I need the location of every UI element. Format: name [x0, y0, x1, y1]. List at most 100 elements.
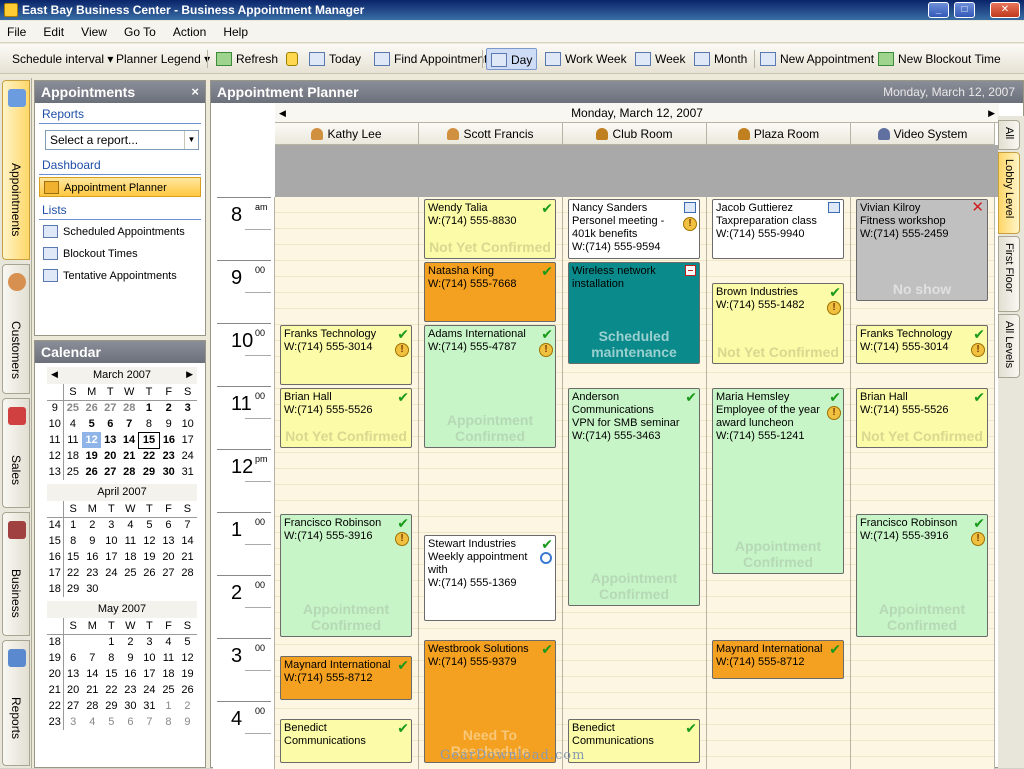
planner-legend-dropdown[interactable]: Planner Legend ▾	[112, 48, 214, 70]
calendar-day[interactable]: 14	[120, 432, 139, 448]
calendar-day[interactable]: 19	[140, 549, 159, 565]
calendar-day[interactable]: 29	[102, 698, 121, 714]
calendar-day[interactable]: 11	[159, 650, 178, 666]
calendar-day[interactable]: 28	[83, 698, 102, 714]
calendar-day[interactable]: 28	[120, 400, 139, 416]
appointment-block[interactable]: Westbrook Solutions W:(714) 555-9379 Need …	[424, 640, 556, 763]
calendar-day[interactable]: 25	[63, 400, 82, 416]
calendar-day[interactable]: 21	[83, 682, 102, 698]
appointment-block[interactable]: Stewart Industries Weekly appointment with…	[424, 534, 556, 622]
calendar-day[interactable]: 25	[121, 565, 140, 581]
calendar-day[interactable]: 8	[139, 416, 159, 432]
calendar-day[interactable]: 11	[121, 533, 140, 549]
calendar-day[interactable]: 22	[102, 682, 121, 698]
calendar-day[interactable]: 19	[178, 666, 197, 682]
appointment-block[interactable]: Maria Hemsley Employee of the year award l…	[712, 388, 844, 574]
refresh-button[interactable]: Refresh	[212, 48, 282, 70]
resource-header[interactable]: Plaza Room	[707, 123, 851, 145]
calendar-day[interactable]: 7	[120, 416, 139, 432]
calendar-day[interactable]: 7	[83, 650, 102, 666]
week-view-button[interactable]: Week	[631, 48, 689, 70]
calendar-day[interactable]: 11	[63, 432, 82, 448]
calendar-day[interactable]: 24	[102, 565, 121, 581]
menu-view[interactable]: View	[74, 21, 114, 43]
appointment-block[interactable]: Nancy Sanders Personel meeting -401k bene…	[568, 199, 700, 259]
calendar-day[interactable]: 2	[121, 634, 140, 650]
calendar-day[interactable]: 31	[178, 464, 197, 480]
calendar-day[interactable]: 2	[159, 400, 178, 416]
calendar-day[interactable]: 29	[139, 464, 159, 480]
calendar-day[interactable]: 3	[63, 714, 83, 730]
calendar-day[interactable]: 6	[101, 416, 120, 432]
calendar-day[interactable]: 22	[139, 448, 159, 464]
month-view-button[interactable]: Month	[690, 48, 751, 70]
calendar-day[interactable]: 12	[140, 533, 159, 549]
calendar-day[interactable]: 27	[159, 565, 178, 581]
calendar-day[interactable]: 3	[102, 517, 121, 533]
close-button[interactable]: ✕	[990, 2, 1020, 18]
calendar-day[interactable]: 22	[63, 565, 83, 581]
calendar-day[interactable]: 15	[102, 666, 121, 682]
calendar-day[interactable]: 30	[83, 581, 102, 597]
tab-all-levels[interactable]: All Levels	[998, 314, 1020, 378]
menu-file[interactable]: File	[0, 21, 33, 43]
calendar-day[interactable]: 13	[101, 432, 120, 448]
calendar-day[interactable]: 18	[159, 666, 178, 682]
calendar-day[interactable]: 29	[63, 581, 83, 597]
calendar-day[interactable]: 2	[178, 698, 197, 714]
calendar-day[interactable]: 8	[63, 533, 83, 549]
calendar-day[interactable]: 5	[82, 416, 101, 432]
calendar-day[interactable]: 25	[63, 464, 82, 480]
tab-business[interactable]: Business	[2, 512, 30, 636]
nav-item-appointment-planner[interactable]: Appointment Planner	[39, 177, 201, 197]
find-appointment-button[interactable]: Find Appointment	[370, 48, 491, 70]
appointment-block[interactable]: Jacob Guttierez Taxpreparation class W:(71…	[712, 199, 844, 259]
calendar-day[interactable]: 26	[82, 464, 101, 480]
calendar-day[interactable]: 19	[82, 448, 101, 464]
calendar-day[interactable]: 21	[178, 549, 197, 565]
calendar-day[interactable]: 9	[159, 416, 178, 432]
tab-sales[interactable]: Sales	[2, 398, 30, 508]
calendar-day[interactable]: 9	[178, 714, 197, 730]
calendar-day[interactable]: 23	[159, 448, 178, 464]
next-day-arrow[interactable]: ▶	[988, 103, 995, 123]
calendar-day[interactable]: 8	[102, 650, 121, 666]
menu-edit[interactable]: Edit	[36, 21, 71, 43]
calendar-day[interactable]: 9	[83, 533, 102, 549]
calendar-day[interactable]: 4	[121, 517, 140, 533]
schedule-interval-dropdown[interactable]: Schedule interval ▾	[8, 48, 117, 70]
appointment-block[interactable]: Maynard International W:(714) 555-8712 ✔	[712, 640, 844, 680]
appointment-block[interactable]: Maynard International W:(714) 555-8712 ✔	[280, 655, 412, 700]
calendar-day[interactable]: 17	[102, 549, 121, 565]
appointment-block[interactable]: Wireless network installation Scheduled ma…	[568, 262, 700, 365]
calendar-day[interactable]: 3	[178, 400, 197, 416]
tab-first-floor[interactable]: First Floor	[998, 236, 1020, 312]
calendar-day[interactable]: 13	[159, 533, 178, 549]
maximize-button[interactable]: □	[954, 2, 975, 18]
calendar-day[interactable]: 6	[63, 650, 83, 666]
calendar-day[interactable]: 5	[178, 634, 197, 650]
calendar-day[interactable]: 6	[159, 517, 178, 533]
menu-help[interactable]: Help	[216, 21, 255, 43]
calendar-day[interactable]: 16	[83, 549, 102, 565]
nav-item-tentative-appointments[interactable]: Tentative Appointments	[39, 266, 201, 286]
calendar-day[interactable]: 25	[159, 682, 178, 698]
calendar-day[interactable]: 27	[63, 698, 83, 714]
calendar-day[interactable]: 7	[140, 714, 159, 730]
calendar-day[interactable]: 30	[159, 464, 178, 480]
calendar-day[interactable]: 18	[121, 549, 140, 565]
new-appointment-button[interactable]: New Appointment	[756, 48, 878, 70]
calendar-day[interactable]: 26	[178, 682, 197, 698]
new-blockout-button[interactable]: New Blockout Time	[874, 48, 1005, 70]
calendar-day[interactable]: 16	[121, 666, 140, 682]
appointment-block[interactable]: Brown Industries W:(714) 555-1482 Not Yet …	[712, 282, 844, 365]
close-panel-icon[interactable]: ×	[191, 81, 199, 103]
calendar-day[interactable]: 27	[101, 464, 120, 480]
appointment-block[interactable]: Brian Hall W:(714) 555-5526 Not Yet Confir…	[280, 388, 412, 448]
calendar-day[interactable]: 14	[178, 533, 197, 549]
schedule-grid[interactable]: Franks Technology W:(714) 555-3014 ✔! Brian…	[275, 197, 999, 769]
calendar-day[interactable]: 10	[140, 650, 159, 666]
menu-goto[interactable]: Go To	[117, 21, 163, 43]
calendar-day[interactable]: 6	[121, 714, 140, 730]
calendar-day[interactable]: 24	[140, 682, 159, 698]
